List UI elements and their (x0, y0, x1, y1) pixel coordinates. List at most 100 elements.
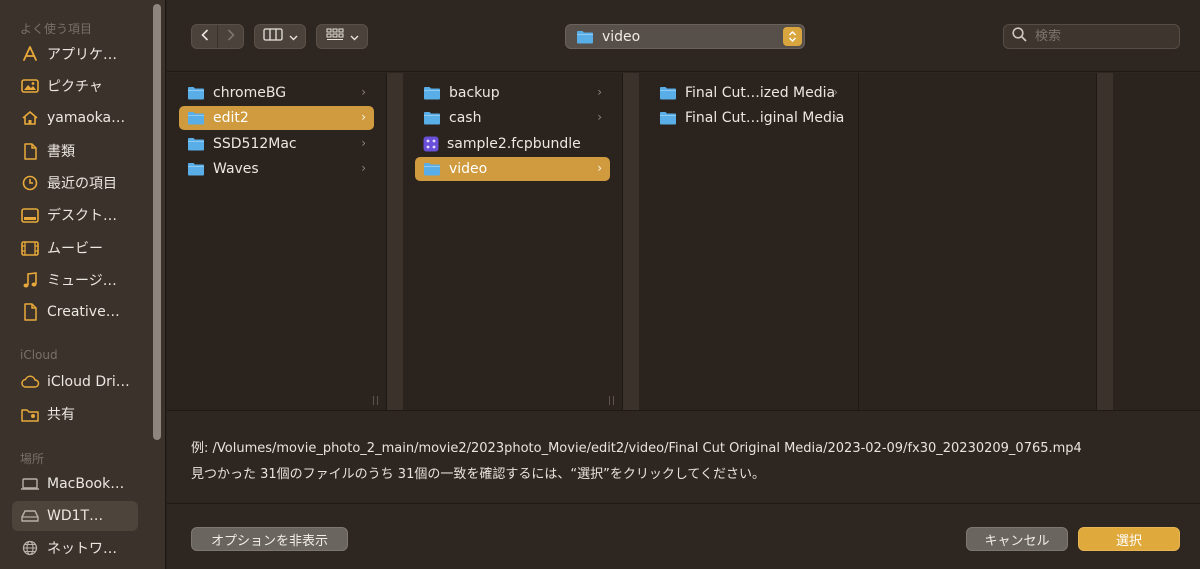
sidebar-item-network[interactable]: ネットワ… (12, 533, 138, 563)
column-scroll-track (623, 73, 639, 410)
grid-icon (326, 28, 344, 45)
list-item[interactable]: Waves › (179, 157, 374, 181)
sidebar-item-home[interactable]: yamaoka… (12, 103, 138, 133)
select-button[interactable]: 選択 (1078, 527, 1180, 551)
list-item[interactable]: Final Cut…ized Media › (651, 81, 846, 105)
home-icon (20, 108, 40, 128)
cloud-icon (20, 372, 40, 392)
list-item[interactable]: backup › (415, 81, 610, 105)
column-3: Final Cut…ized Media › Final Cut…iginal … (639, 73, 859, 410)
search-field[interactable] (1003, 24, 1180, 49)
folder-icon (423, 111, 441, 125)
list-item[interactable]: sample2.fcpbundle (415, 132, 610, 156)
list-item[interactable]: Final Cut…iginal Media › (651, 106, 846, 130)
forward-button[interactable] (217, 25, 243, 48)
list-item-label: SSD512Mac (213, 136, 297, 152)
sidebar-item-label: ネットワ… (47, 541, 117, 557)
chevron-right-icon: › (833, 85, 838, 99)
folder-icon (187, 162, 205, 176)
sidebar-scrollbar[interactable] (153, 4, 161, 440)
back-button[interactable] (192, 25, 217, 48)
list-item-label: sample2.fcpbundle (447, 136, 581, 152)
sidebar-item-icloud-drive[interactable]: iCloud Dri… (12, 367, 138, 397)
column-scroll-track (1097, 73, 1113, 410)
file-icon (20, 302, 40, 322)
sidebar-item-wd1t[interactable]: WD1T… (12, 501, 138, 531)
chevron-left-icon (201, 28, 209, 45)
example-path: 例: /Volumes/movie_photo_2_main/movie2/20… (191, 441, 1082, 456)
sidebar-item-label: MacBook… (47, 476, 125, 492)
columns-view-icon (262, 28, 283, 45)
music-icon (20, 270, 40, 290)
chevron-down-icon (350, 29, 359, 45)
clock-icon (20, 173, 40, 193)
list-item[interactable]: cash › (415, 106, 610, 130)
list-item[interactable]: video › (415, 157, 610, 181)
sidebar-item-recents[interactable]: 最近の項目 (12, 168, 138, 198)
section-locations: 場所 (20, 452, 45, 466)
applications-icon (20, 44, 40, 64)
list-item[interactable]: edit2 › (179, 106, 374, 130)
list-item-label: video (449, 161, 488, 177)
sidebar-item-label: Creative… (47, 304, 120, 320)
list-item-label: Final Cut…iginal Media (685, 110, 845, 126)
sidebar-item-documents[interactable]: 書類 (12, 136, 138, 166)
list-item-label: backup (449, 85, 500, 101)
group-button[interactable] (316, 24, 368, 49)
list-item-label: chromeBG (213, 85, 287, 101)
fcp-bundle-icon (423, 136, 439, 152)
folder-icon (659, 86, 677, 100)
search-input[interactable] (1035, 29, 1165, 44)
laptop-icon (20, 474, 40, 494)
chevron-right-icon: › (361, 136, 366, 150)
folder-icon (659, 111, 677, 125)
section-icloud: iCloud (20, 348, 58, 362)
column-resize-handle[interactable]: || (608, 396, 616, 406)
folder-icon (187, 137, 205, 151)
hide-options-button[interactable]: オプションを非表示 (191, 527, 348, 551)
sidebar-item-shared[interactable]: 共有 (12, 399, 138, 429)
chevron-right-icon: › (361, 85, 366, 99)
folder-icon (423, 162, 441, 176)
shared-folder-icon (20, 404, 40, 424)
sidebar-item-desktop[interactable]: デスクト… (12, 200, 138, 230)
sidebar-item-label: WD1T… (47, 508, 104, 524)
list-item[interactable]: chromeBG › (179, 81, 374, 105)
list-item[interactable]: SSD512Mac › (179, 132, 374, 156)
sidebar-item-label: ピクチャ (47, 79, 103, 95)
list-item-label: Final Cut…ized Media (685, 85, 836, 101)
sidebar-item-macbook[interactable]: MacBook… (12, 469, 138, 499)
sidebar-item-label: ムービー (47, 241, 103, 257)
list-item-label: cash (449, 110, 482, 126)
chevron-right-icon: › (833, 110, 838, 124)
folder-icon (423, 86, 441, 100)
column-1: chromeBG › edit2 › SSD512Mac › Waves › |… (167, 73, 387, 410)
path-popup[interactable]: video (565, 24, 805, 49)
nav-buttons (191, 24, 244, 49)
desktop-icon (20, 205, 40, 225)
column-4 (859, 73, 1097, 410)
sidebar-item-creative[interactable]: Creative… (12, 297, 138, 327)
column-resize-handle[interactable]: || (372, 396, 380, 406)
chevron-right-icon: › (361, 110, 366, 124)
list-item-label: edit2 (213, 110, 249, 126)
match-text: 見つかった 31個のファイルのうち 31個の一致を確認するには、“選択”をクリッ… (191, 467, 766, 482)
folder-icon (187, 111, 205, 125)
column-browser: chromeBG › edit2 › SSD512Mac › Waves › |… (167, 73, 1200, 410)
view-mode-button[interactable] (254, 24, 306, 49)
sidebar-item-label: iCloud Dri… (47, 374, 130, 390)
drive-icon (20, 506, 40, 526)
sidebar-item-label: アプリケ… (47, 47, 117, 63)
sidebar-item-pictures[interactable]: ピクチャ (12, 71, 138, 101)
sidebar-item-music[interactable]: ミュージ… (12, 265, 138, 295)
chevron-right-icon: › (597, 161, 602, 175)
sidebar-item-movies[interactable]: ムービー (12, 233, 138, 263)
column-scroll-track (387, 73, 403, 410)
toolbar: video (167, 0, 1200, 72)
path-label: video (602, 28, 641, 45)
sidebar-item-applications[interactable]: アプリケ… (12, 39, 138, 69)
folder-icon (187, 86, 205, 100)
sidebar-item-label: 最近の項目 (47, 176, 117, 192)
info-panel: 例: /Volumes/movie_photo_2_main/movie2/20… (167, 410, 1200, 504)
cancel-button[interactable]: キャンセル (966, 527, 1068, 551)
